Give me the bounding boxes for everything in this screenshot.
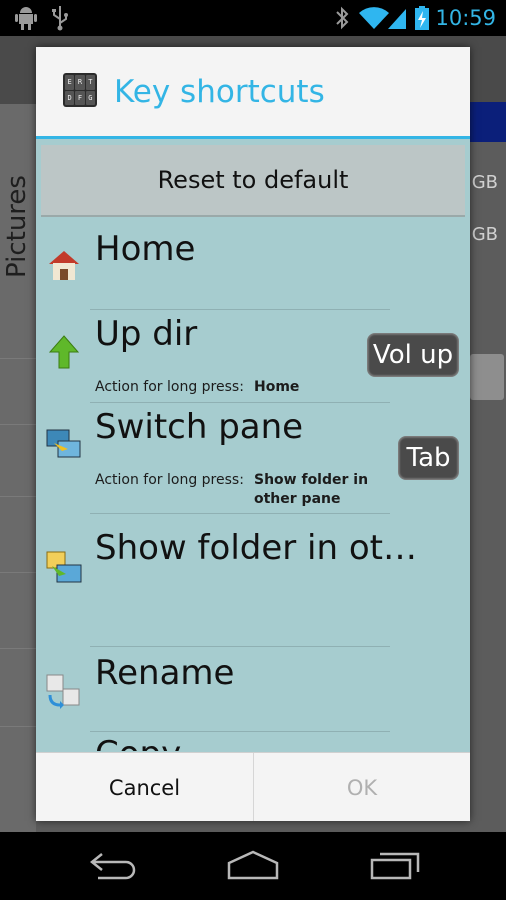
status-bar: 10:59 [0, 0, 506, 36]
keycap: R [75, 75, 85, 90]
keycap: F [75, 90, 85, 105]
shortcut-list[interactable]: Home Up dir Vol up Action for long press… [36, 223, 470, 751]
keycap: G [85, 90, 95, 105]
keycap: D [65, 90, 75, 105]
background-size-label: GB [471, 172, 498, 193]
shortcut-item-show-folder[interactable]: Show folder in ot… [36, 514, 470, 646]
long-press-label: Action for long press: [95, 472, 244, 488]
status-clock: 10:59 [435, 6, 496, 30]
keycap: T [85, 75, 95, 90]
android-debug-icon [14, 4, 38, 32]
shortcut-item-switch-pane[interactable]: Switch pane Tab Action for long press: S… [36, 403, 470, 513]
dialog-header: E R T D F G Key shortcuts [36, 47, 470, 139]
shortcut-item-home[interactable]: Home [36, 223, 470, 309]
cancel-button[interactable]: Cancel [36, 753, 253, 821]
dialog-footer: Cancel OK [36, 752, 470, 821]
dialog-title: Key shortcuts [114, 74, 325, 110]
shortcut-title: Rename [95, 653, 235, 693]
shortcut-title: Up dir [95, 314, 198, 354]
recent-apps-icon[interactable] [370, 850, 420, 884]
usb-icon [50, 4, 70, 32]
key-shortcuts-dialog: E R T D F G Key shortcuts Reset to defau… [36, 47, 470, 821]
home-icon [46, 247, 82, 283]
long-press-label: Action for long press: [95, 379, 244, 395]
switch-pane-icon [46, 427, 82, 463]
navigation-bar [0, 832, 506, 900]
long-press-row: Action for long press: Show folder in ot… [95, 471, 368, 507]
show-folder-icon [46, 550, 82, 586]
shortcut-item-copy[interactable]: Copy C [36, 732, 470, 751]
bluetooth-icon [334, 4, 350, 32]
background-divider [0, 358, 36, 359]
signal-icon [386, 4, 408, 32]
background-divider [0, 726, 36, 727]
rename-icon [46, 673, 82, 709]
home-nav-icon[interactable] [226, 850, 280, 884]
shortcut-title: Show folder in ot… [95, 528, 417, 568]
keyboard-icon: E R T D F G [63, 73, 97, 107]
long-press-value: Home [254, 379, 300, 395]
reset-to-default-button[interactable]: Reset to default [41, 145, 465, 217]
back-icon[interactable] [88, 850, 138, 884]
long-press-row: Action for long press: Home [95, 378, 299, 396]
shortcut-key-badge[interactable]: Vol up [367, 333, 459, 377]
up-arrow-icon [46, 334, 82, 370]
long-press-value: Show folder in other pane [254, 472, 369, 507]
battery-charging-icon [414, 4, 430, 32]
background-divider [0, 572, 36, 573]
background-pane-label: Pictures [2, 175, 32, 278]
background-button [470, 354, 504, 400]
shortcut-title: Copy [95, 732, 181, 751]
shortcut-key-badge[interactable]: Tab [398, 436, 459, 480]
background-divider [0, 648, 36, 649]
keycap: E [65, 75, 75, 90]
shortcut-title: Home [95, 229, 196, 269]
background-divider [0, 496, 36, 497]
shortcut-item-up-dir[interactable]: Up dir Vol up Action for long press: Hom… [36, 310, 470, 402]
ok-button[interactable]: OK [254, 753, 470, 821]
background-size-label: GB [471, 224, 498, 245]
background-divider [0, 424, 36, 425]
shortcut-title: Switch pane [95, 407, 304, 447]
shortcut-item-rename[interactable]: Rename [36, 647, 470, 731]
background-storage-bar [470, 102, 506, 142]
